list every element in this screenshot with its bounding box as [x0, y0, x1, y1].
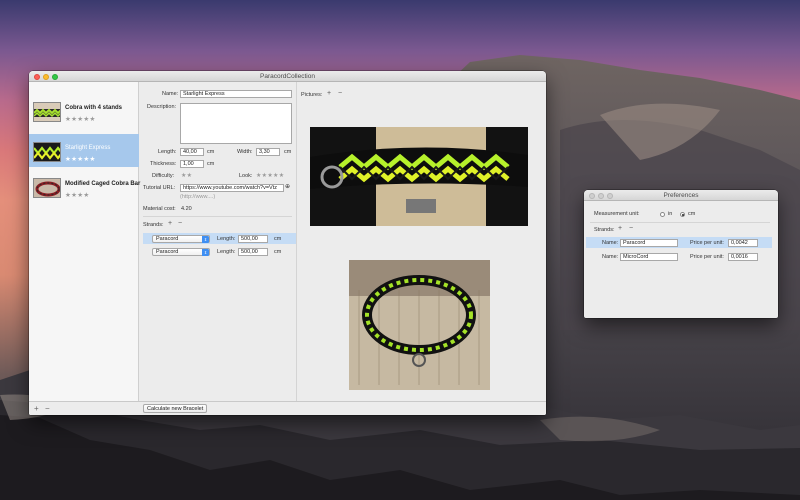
- strand-type-value: Paracord: [156, 248, 179, 255]
- name-field[interactable]: Starlight Express: [180, 90, 292, 98]
- preferences-window: Preferences Measurement unit: in cm Stra…: [584, 190, 778, 318]
- add-picture-button[interactable]: +: [327, 90, 331, 97]
- difficulty-label: Difficulty:: [152, 173, 175, 179]
- length-unit: cm: [207, 149, 215, 155]
- bracelet-name: Modified Caged Cobra Bar: [65, 181, 141, 187]
- pictures-label: Pictures:: [301, 92, 323, 98]
- price-per-unit-field[interactable]: 0,0016: [728, 252, 758, 261]
- preferences-titlebar[interactable]: Preferences: [584, 190, 778, 201]
- chevron-updown-icon: ⇕: [202, 248, 209, 256]
- rating-stars: ★★★★: [65, 192, 90, 199]
- description-label: Description:: [147, 104, 177, 110]
- bracelet-thumbnail: [33, 142, 61, 162]
- preferences-title: Preferences: [663, 191, 699, 199]
- list-item-modified-caged-cobra[interactable]: Modified Caged Cobra Bar ★★★★: [29, 170, 141, 203]
- strand-length-unit: cm: [274, 235, 282, 242]
- strand-type-row[interactable]: Name: MicroCord Price per unit: 0,0016: [586, 251, 772, 262]
- close-window-button[interactable]: [34, 73, 40, 80]
- strand-length-label: Length:: [217, 235, 236, 242]
- strand-name-field[interactable]: Paracord: [620, 238, 678, 247]
- unit-radio-cm[interactable]: [680, 211, 685, 217]
- thickness-label: Thickness:: [150, 161, 177, 167]
- add-bracelet-button[interactable]: +: [34, 404, 39, 413]
- strand-type-popup[interactable]: Paracord ⇕: [152, 234, 210, 243]
- main-window: ParacordCollection Cobra with 4 stands ★…: [29, 71, 546, 415]
- bracelet-name: Starlight Express: [65, 145, 111, 151]
- list-item-cobra[interactable]: Cobra with 4 stands ★★★★★: [29, 94, 139, 127]
- name-label: Name:: [162, 91, 179, 97]
- look-label: Look:: [239, 173, 253, 179]
- difficulty-rating[interactable]: ★★: [181, 172, 192, 179]
- strand-name-label: Name:: [602, 253, 619, 260]
- bottom-toolbar: + − Calculate new Bracelet: [29, 401, 546, 415]
- preferences-content: Measurement unit: in cm Strands: + − Nam…: [584, 201, 778, 318]
- strand-row[interactable]: Paracord ⇕ Length: 500,00 cm: [143, 246, 297, 257]
- minimize-window-button[interactable]: [598, 192, 604, 199]
- remove-strand-type-button[interactable]: −: [629, 225, 633, 232]
- strand-name-label: Name:: [602, 239, 619, 246]
- pictures-pane: Pictures: + −: [296, 82, 546, 401]
- calculate-new-bracelet-button[interactable]: Calculate new Bracelet: [143, 404, 208, 413]
- strand-length-field[interactable]: 500,00: [238, 247, 268, 256]
- unit-option-cm: cm: [688, 211, 696, 217]
- strand-type-row[interactable]: Name: Paracord Price per unit: 0,0042: [586, 237, 772, 248]
- remove-bracelet-button[interactable]: −: [45, 404, 50, 413]
- strand-type-popup[interactable]: Paracord ⇕: [152, 247, 210, 256]
- bracelet-thumbnail: [33, 178, 61, 198]
- material-cost-label: Material cost:: [143, 206, 176, 212]
- unit-radio-in[interactable]: [660, 211, 665, 217]
- zoom-window-button[interactable]: [52, 73, 58, 80]
- width-unit: cm: [284, 149, 292, 155]
- width-field[interactable]: 3,30: [256, 148, 280, 156]
- add-strand-type-button[interactable]: +: [618, 225, 622, 232]
- close-window-button[interactable]: [589, 192, 595, 199]
- price-per-unit-label: Price per unit:: [690, 253, 724, 260]
- bracelet-thumbnail: [33, 102, 61, 122]
- measurement-unit-label: Measurement unit:: [594, 211, 640, 217]
- main-titlebar[interactable]: ParacordCollection: [29, 71, 546, 82]
- open-link-icon[interactable]: ⊕: [285, 183, 290, 190]
- price-per-unit-label: Price per unit:: [690, 239, 724, 246]
- strand-type-value: Paracord: [156, 235, 179, 242]
- strand-length-label: Length:: [217, 248, 236, 255]
- strand-length-unit: cm: [274, 248, 282, 255]
- unit-option-in: in: [668, 211, 673, 217]
- bracelet-detail-pane: Name: Starlight Express Description: Len…: [140, 82, 297, 401]
- strand-row[interactable]: Paracord ⇕ Length: 500,00 cm: [143, 233, 297, 244]
- rating-stars: ★★★★★: [65, 116, 96, 123]
- strands-label: Strands:: [594, 227, 615, 233]
- description-textarea[interactable]: [180, 103, 292, 144]
- strands-label: Strands:: [143, 222, 164, 228]
- chevron-updown-icon: ⇕: [202, 235, 209, 243]
- look-rating[interactable]: ★★★★★: [256, 172, 284, 179]
- length-field[interactable]: 40,00: [180, 148, 204, 156]
- strand-name-field[interactable]: MicroCord: [620, 252, 678, 261]
- tutorial-url-label: Tutorial URL:: [143, 185, 176, 191]
- tutorial-url-hint: (http://www....): [180, 194, 216, 200]
- bracelet-photo-1[interactable]: [310, 127, 528, 226]
- add-strand-button[interactable]: +: [168, 220, 172, 227]
- remove-strand-button[interactable]: −: [178, 220, 182, 227]
- separator: [143, 216, 292, 217]
- bracelet-photo-2[interactable]: [349, 260, 490, 390]
- thickness-unit: cm: [207, 161, 215, 167]
- rating-stars: ★★★★★: [65, 156, 96, 163]
- list-item-starlight-express[interactable]: Starlight Express ★★★★★: [29, 134, 139, 167]
- material-cost-value: 4.20: [181, 206, 192, 212]
- zoom-window-button[interactable]: [607, 192, 613, 199]
- remove-picture-button[interactable]: −: [338, 90, 342, 97]
- bracelet-list[interactable]: Cobra with 4 stands ★★★★★ Starlight Expr…: [29, 82, 141, 415]
- price-per-unit-field[interactable]: 0,0042: [728, 238, 758, 247]
- width-label: Width:: [237, 149, 253, 155]
- length-label: Length:: [158, 149, 177, 155]
- tutorial-url-field[interactable]: https://www.youtube.com/watch?v=Vtz: [180, 184, 284, 192]
- thickness-field[interactable]: 1,00: [180, 160, 204, 168]
- separator: [590, 222, 770, 223]
- strand-length-field[interactable]: 500,00: [238, 234, 268, 243]
- window-title: ParacordCollection: [260, 72, 315, 80]
- bracelet-name: Cobra with 4 stands: [65, 105, 123, 111]
- minimize-window-button[interactable]: [43, 73, 49, 80]
